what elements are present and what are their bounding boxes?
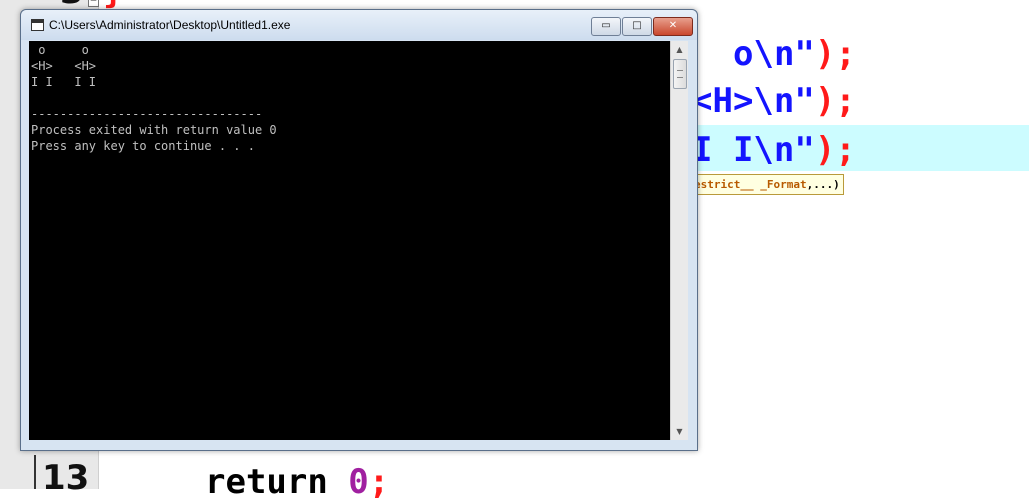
code-string: o\n" — [733, 34, 815, 74]
scroll-down-arrow-icon[interactable]: ▼ — [671, 423, 688, 440]
scroll-up-arrow-icon[interactable]: ▲ — [671, 41, 688, 58]
tooltip-parameter: estrict__ _Format — [694, 178, 807, 191]
scroll-thumb[interactable] — [673, 59, 687, 89]
gutter-divider — [34, 455, 36, 489]
console-line: o o — [31, 43, 89, 57]
console-line: Process exited with return value 0 — [31, 123, 277, 137]
fold-toggle-icon[interactable]: − — [88, 0, 99, 7]
window-title: C:\Users\Administrator\Desktop\Untitled1… — [49, 18, 291, 32]
console-line: Press any key to continue . . . — [31, 139, 255, 153]
console-output[interactable]: o o <H> <H> I I I I --------------------… — [29, 41, 670, 440]
code-punctuation: ); — [814, 81, 856, 121]
minimize-button[interactable]: ▭ — [591, 17, 621, 36]
code-string: <H>\n" — [692, 81, 815, 121]
code-line: I I\n"); — [692, 130, 856, 170]
code-punctuation: ); — [814, 130, 856, 170]
code-line: o\n"); — [733, 34, 856, 74]
code-punctuation: ; — [368, 462, 390, 502]
console-line: <H> <H> — [31, 59, 97, 73]
parameter-hint-tooltip: estrict__ _Format,...) — [690, 174, 844, 195]
line-number: 13 — [42, 458, 90, 498]
window-titlebar[interactable]: C:\Users\Administrator\Desktop\Untitled1… — [21, 10, 697, 40]
console-text: o o <H> <H> I I I I --------------------… — [31, 42, 277, 154]
code-line: <H>\n"); — [692, 81, 856, 121]
tooltip-tail: ,...) — [806, 178, 840, 191]
console-window[interactable]: C:\Users\Administrator\Desktop\Untitled1… — [20, 9, 698, 451]
console-line: -------------------------------- — [31, 107, 263, 121]
code-keyword: return — [205, 462, 349, 502]
console-line: I I I I — [31, 75, 97, 89]
close-button[interactable]: ✕ — [653, 17, 693, 36]
code-string: I I\n" — [692, 130, 815, 170]
console-app-icon — [31, 19, 44, 31]
code-number: 0 — [348, 462, 369, 502]
vertical-scrollbar[interactable]: ▲ ▼ — [670, 41, 688, 440]
code-line: return 0; — [205, 462, 389, 502]
maximize-button[interactable]: □ — [622, 17, 652, 36]
code-punctuation: ); — [814, 34, 856, 74]
